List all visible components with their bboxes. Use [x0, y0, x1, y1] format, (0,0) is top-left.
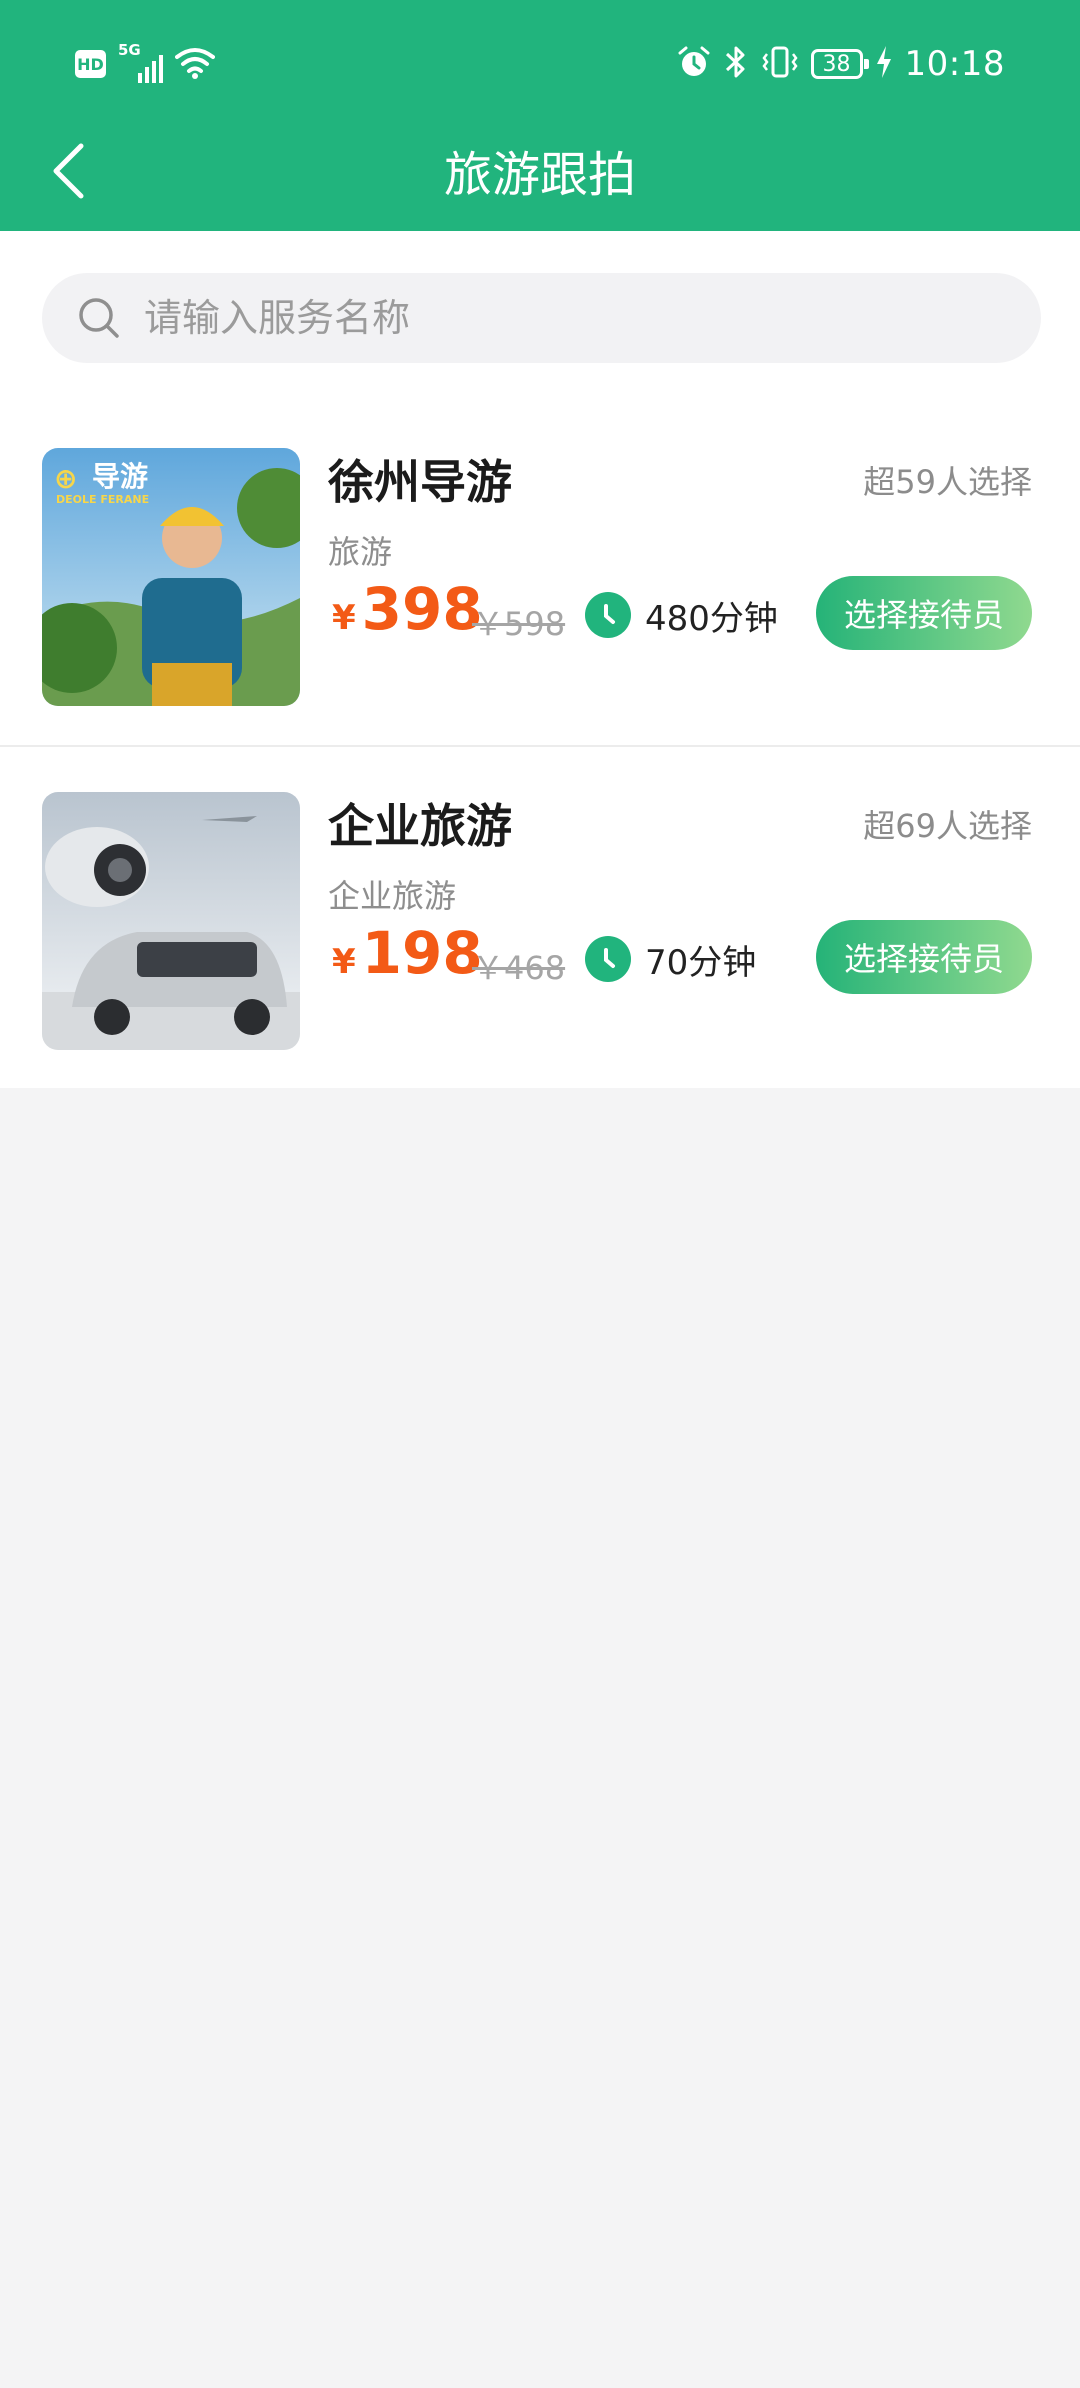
alarm-icon: [677, 45, 711, 83]
duration-text: 70分钟: [645, 942, 757, 983]
service-title: 徐州导游: [328, 455, 512, 509]
bluetooth-icon: [723, 44, 749, 84]
service-category: 企业旅游: [328, 877, 457, 915]
service-card[interactable]: ⊕ 导游 DEOLE FERANE 徐州导游 超59人选择 旅游 ¥ 398 ￥…: [0, 403, 1080, 745]
battery-level: 38: [822, 51, 851, 77]
clock-icon: [585, 592, 631, 638]
service-title: 企业旅游: [328, 799, 512, 853]
price: ¥ 398: [332, 575, 483, 643]
vibrate-icon: [761, 45, 799, 83]
price: ¥ 198: [332, 919, 483, 987]
status-right: 38 10:18: [677, 40, 1005, 88]
service-card[interactable]: 企业旅游 超69人选择 企业旅游 ¥ 198 ￥468 70分钟 选择接待员: [0, 745, 1080, 1087]
currency-symbol: ¥: [332, 598, 356, 638]
page-title: 旅游跟拍: [443, 147, 636, 203]
search-bar[interactable]: [42, 273, 1041, 363]
service-list-panel: ⊕ 导游 DEOLE FERANE 徐州导游 超59人选择 旅游 ¥ 398 ￥…: [0, 231, 1080, 1088]
wifi-icon: [175, 45, 215, 83]
app-header: HD 5G 38 10:18 旅游跟拍: [0, 0, 1080, 231]
price-value: 198: [361, 919, 483, 987]
signal-icon: 5G: [118, 41, 163, 83]
svg-text:⊕: ⊕: [54, 462, 77, 495]
thumb-subtitle: DEOLE FERANE: [56, 493, 149, 506]
thumb-title: 导游: [92, 460, 148, 493]
hd-badge: HD: [75, 50, 106, 78]
original-price: ￥468: [472, 949, 566, 987]
search-icon: [79, 298, 119, 338]
chosen-count: 超69人选择: [863, 807, 1032, 845]
service-category: 旅游: [328, 533, 393, 571]
clock-time: 10:18: [904, 44, 1005, 84]
charging-icon: [875, 45, 893, 83]
network-type: 5G: [118, 41, 141, 59]
service-thumbnail: ⊕ 导游 DEOLE FERANE: [42, 448, 300, 706]
price-value: 398: [361, 575, 483, 643]
currency-symbol: ¥: [332, 942, 356, 982]
select-guide-button[interactable]: 选择接待员: [816, 576, 1032, 650]
duration-text: 480分钟: [645, 598, 778, 639]
search-input[interactable]: [144, 296, 944, 340]
clock-icon: [585, 936, 631, 982]
nav-bar: 旅游跟拍: [0, 130, 1080, 231]
service-thumbnail: [42, 792, 300, 1050]
original-price: ￥598: [472, 605, 566, 643]
duration: 70分钟: [585, 935, 756, 983]
battery-icon: 38: [810, 49, 869, 79]
select-guide-button[interactable]: 选择接待员: [816, 920, 1032, 994]
chosen-count: 超59人选择: [863, 463, 1032, 501]
status-bar: HD 5G 38 10:18: [0, 0, 1080, 130]
status-left: HD 5G: [75, 41, 215, 84]
duration: 480分钟: [585, 591, 778, 639]
